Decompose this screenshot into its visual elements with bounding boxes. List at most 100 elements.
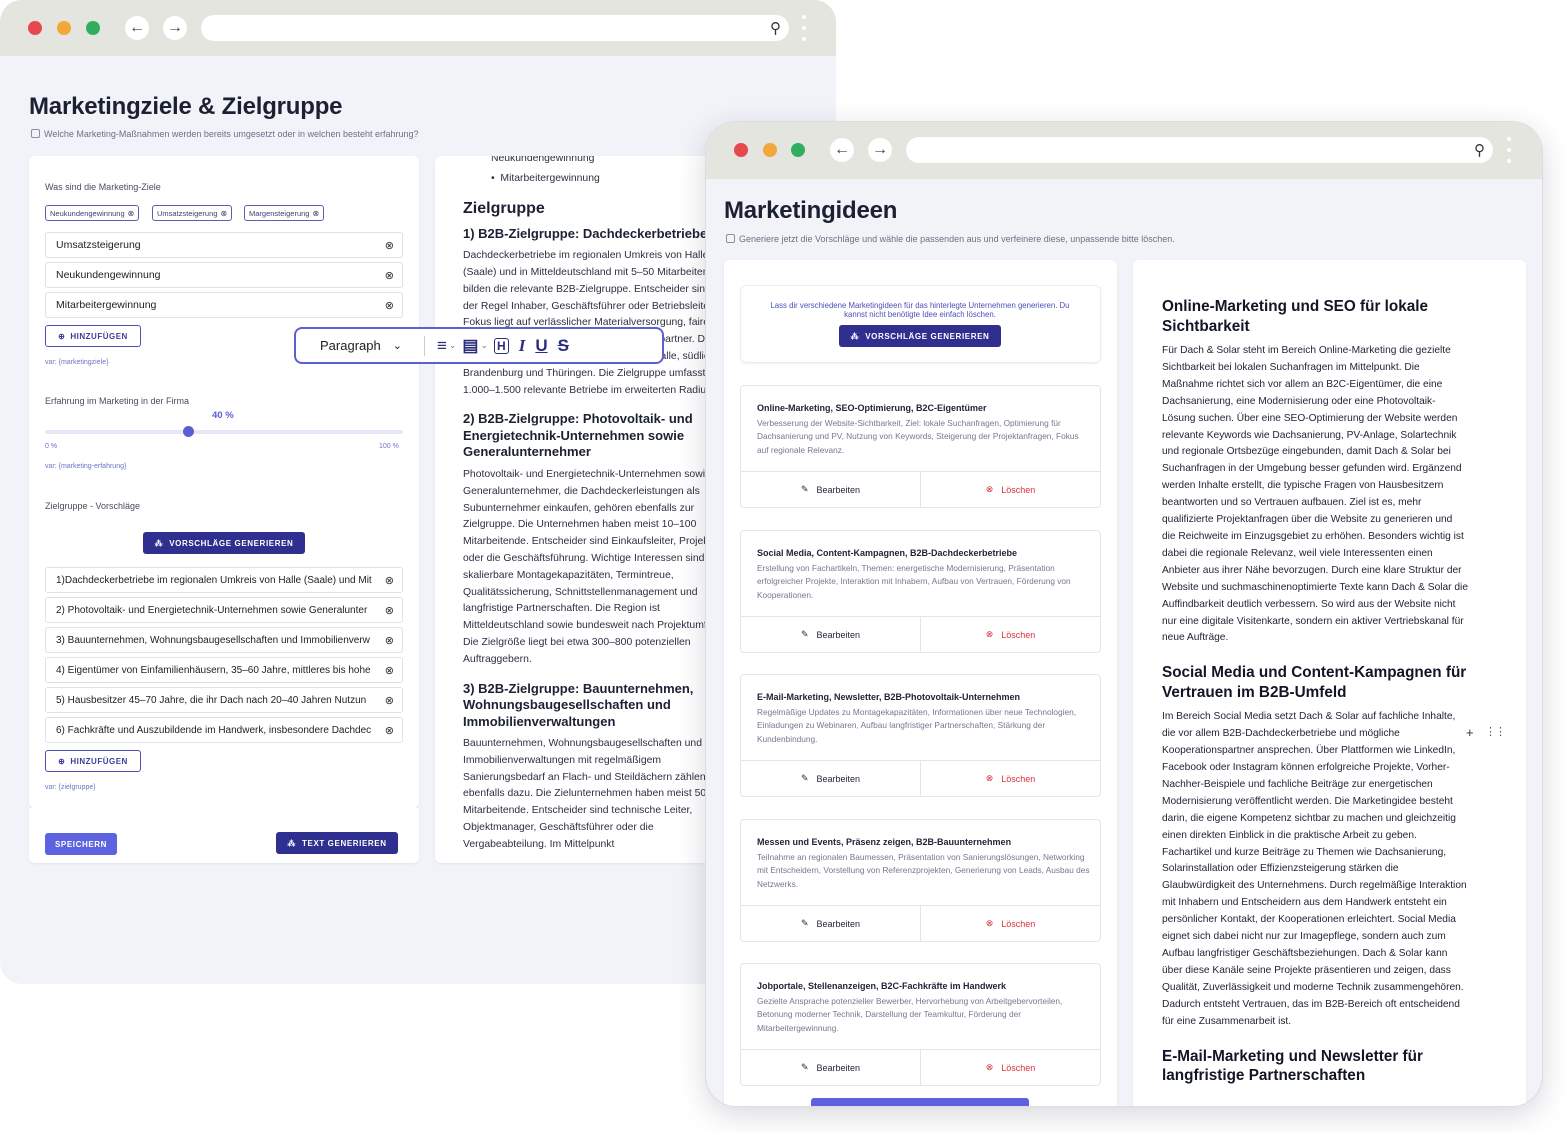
- target-field[interactable]: 1)Dachdeckerbetriebe im regionalen Umkre…: [45, 567, 403, 593]
- idea-card: Jobportale, Stellenanzeigen, B2C-Fachkrä…: [740, 963, 1101, 1086]
- close-circle-icon: ⊗: [985, 1062, 994, 1072]
- remove-icon[interactable]: ⊗: [384, 604, 394, 617]
- target-field[interactable]: 6) Fachkräfte und Auszubildende im Handw…: [45, 717, 403, 743]
- info-icon: [31, 129, 40, 138]
- close-dot[interactable]: [734, 143, 748, 157]
- underline-icon[interactable]: U: [535, 336, 547, 356]
- target-field[interactable]: 4) Eigentümer von Einfamilienhäusern, 35…: [45, 657, 403, 683]
- paragraph-select[interactable]: Paragraph ⌄: [320, 338, 402, 353]
- document-editor[interactable]: Neukundengewinnung • Mitarbeitergewinnun…: [463, 156, 735, 854]
- delete-button[interactable]: ⊗ Löschen: [920, 761, 1100, 796]
- chevron-down-icon: ⌄: [392, 340, 402, 352]
- sparkle-icon: ⁂: [154, 538, 164, 548]
- heading-3: 3) B2B-Zielgruppe: Bauunternehmen, Wohnu…: [463, 680, 694, 729]
- edit-button[interactable]: ✎ Bearbeiten: [741, 1050, 920, 1085]
- remove-icon[interactable]: ⊗: [384, 694, 394, 707]
- bullet-list-icon[interactable]: ≡: [437, 336, 447, 356]
- back-arrow-icon[interactable]: ←: [125, 16, 149, 40]
- delete-button[interactable]: ⊗ Löschen: [920, 906, 1100, 941]
- minimize-dot[interactable]: [763, 143, 777, 157]
- article-heading: E-Mail-Marketing und Newsletter für lang…: [1162, 1047, 1423, 1085]
- close-circle-icon[interactable]: ⊗: [128, 209, 135, 218]
- pencil-icon: ✎: [800, 629, 809, 639]
- generate-suggestions-button[interactable]: ⁂ VORSCHLÄGE GENERIEREN: [143, 532, 305, 554]
- slider-handle[interactable]: [182, 426, 194, 437]
- remove-icon[interactable]: ⊗: [384, 724, 394, 737]
- add-goal-button[interactable]: ⊕ HINZUFÜGEN: [45, 325, 141, 347]
- chevron-down-icon[interactable]: ⌄: [480, 340, 488, 351]
- article-heading: Social Media und Content-Kampagnen für V…: [1162, 664, 1467, 701]
- chip-neukundengewinnung[interactable]: Neukundengewinnung ⊗: [45, 205, 140, 221]
- pencil-icon: ✎: [800, 1062, 809, 1072]
- idea-title: E-Mail-Marketing, Newsletter, B2B-Photov…: [757, 692, 1021, 702]
- close-dot[interactable]: [28, 21, 42, 35]
- remove-icon[interactable]: ⊗: [384, 574, 394, 587]
- target-field[interactable]: 3) Bauunternehmen, Wohnungsbaugesellscha…: [45, 627, 403, 653]
- generate-suggestions-button[interactable]: ⁂ VORSCHLÄGE GENERIEREN: [839, 325, 1001, 347]
- slider-min: 0 %: [45, 443, 58, 450]
- maximize-dot[interactable]: [86, 21, 100, 35]
- add-idea-button[interactable]: [811, 1098, 1029, 1106]
- close-circle-icon[interactable]: ⊗: [312, 209, 319, 218]
- generate-text-button[interactable]: ⁂ TEXT GENERIEREN: [276, 832, 398, 854]
- ordered-list-icon[interactable]: ▤: [462, 336, 478, 356]
- editor-card: Neukundengewinnung • Mitarbeitergewinnun…: [435, 156, 735, 863]
- experience-value: 40 %: [212, 410, 234, 421]
- edit-button[interactable]: ✎ Bearbeiten: [741, 617, 920, 652]
- add-target-button[interactable]: ⊕ HINZUFÜGEN: [45, 750, 141, 772]
- minimize-dot[interactable]: [57, 21, 71, 35]
- goal-field[interactable]: Neukundengewinnung ⊗: [45, 262, 403, 288]
- chip-margensteigerung[interactable]: Margensteigerung ⊗: [244, 205, 325, 221]
- close-circle-icon[interactable]: ⊗: [220, 209, 227, 218]
- close-circle-icon: ⊗: [985, 918, 994, 928]
- maximize-dot[interactable]: [791, 143, 805, 157]
- target-field[interactable]: 2) Photovoltaik- und Energietechnik-Unte…: [45, 597, 403, 623]
- address-bar[interactable]: ⚲: [201, 15, 789, 41]
- chip-umsatzsteigerung[interactable]: Umsatzsteigerung ⊗: [152, 205, 233, 221]
- target-field[interactable]: 5) Hausbesitzer 45–70 Jahre, die ihr Dac…: [45, 687, 403, 713]
- italic-icon[interactable]: I: [519, 336, 526, 356]
- address-bar[interactable]: ⚲: [906, 137, 1493, 163]
- drag-handle-icon[interactable]: ⋮⋮: [1485, 725, 1506, 738]
- edit-button[interactable]: ✎ Bearbeiten: [741, 761, 920, 796]
- idea-description: Regelmäßige Updates zu Montagekapazitäte…: [757, 707, 1077, 744]
- idea-description: Teilnahme an regionalen Baumessen, Präse…: [757, 852, 1090, 889]
- section-title: Zielgruppe: [463, 200, 545, 217]
- goal-field[interactable]: Mitarbeitergewinnung ⊗: [45, 292, 403, 318]
- front-window-content: Marketingideen Generiere jetzt die Vorsc…: [706, 179, 1542, 1106]
- remove-icon[interactable]: ⊗: [384, 634, 394, 647]
- delete-button[interactable]: ⊗ Löschen: [920, 1050, 1100, 1085]
- goal-field[interactable]: Umsatzsteigerung ⊗: [45, 232, 403, 258]
- experience-slider[interactable]: [45, 430, 403, 434]
- remove-icon[interactable]: ⊗: [384, 664, 394, 677]
- edit-button[interactable]: ✎ Bearbeiten: [741, 906, 920, 941]
- article-paragraph[interactable]: Im Bereich Social Media setzt Dach & Sol…: [1162, 709, 1468, 1030]
- plus-circle-icon: ⊕: [58, 331, 66, 341]
- menu-kebab-icon[interactable]: [1507, 137, 1511, 163]
- strikethrough-icon[interactable]: S: [558, 336, 569, 356]
- save-button[interactable]: SPEICHERN: [45, 833, 117, 855]
- close-circle-icon: ⊗: [985, 773, 994, 783]
- forward-arrow-icon[interactable]: →: [163, 16, 187, 40]
- idea-title: Jobportale, Stellenanzeigen, B2C-Fachkrä…: [757, 981, 1007, 991]
- edit-button[interactable]: ✎ Bearbeiten: [741, 472, 920, 507]
- paragraph-1: Dachdeckerbetriebe im regionalen Umkreis…: [463, 250, 730, 396]
- paragraph-2: Photovoltaik- und Energietechnik-Unterne…: [463, 468, 734, 665]
- remove-icon[interactable]: ⊗: [384, 299, 394, 312]
- chevron-down-icon[interactable]: ⌄: [449, 340, 457, 351]
- plus-icon[interactable]: +: [1466, 725, 1474, 740]
- forward-arrow-icon[interactable]: →: [868, 138, 892, 162]
- remove-icon[interactable]: ⊗: [384, 239, 394, 252]
- remove-icon[interactable]: ⊗: [384, 269, 394, 282]
- menu-kebab-icon[interactable]: [802, 15, 806, 41]
- back-arrow-icon[interactable]: ←: [830, 138, 854, 162]
- heading-icon[interactable]: H: [494, 337, 509, 354]
- browser-toolbar: ← → ⚲: [0, 0, 836, 56]
- delete-button[interactable]: ⊗ Löschen: [920, 617, 1100, 652]
- delete-button[interactable]: ⊗ Löschen: [920, 472, 1100, 507]
- target-label: Zielgruppe - Vorschläge: [45, 501, 141, 511]
- search-icon: ⚲: [1474, 142, 1485, 159]
- idea-card: E-Mail-Marketing, Newsletter, B2B-Photov…: [740, 674, 1101, 797]
- pencil-icon: ✎: [800, 773, 809, 783]
- idea-card: Messen und Events, Präsenz zeigen, B2B-B…: [740, 819, 1101, 942]
